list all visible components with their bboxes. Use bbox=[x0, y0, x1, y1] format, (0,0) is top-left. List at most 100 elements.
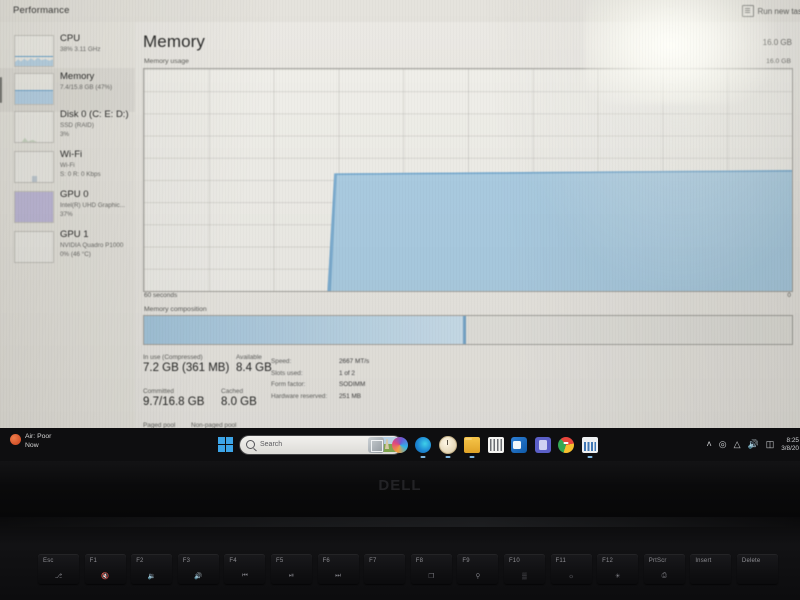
sidebar-item-sub2: 0% (46 °C) bbox=[60, 250, 91, 258]
key-f6[interactable]: F6 ⏭ bbox=[317, 554, 359, 584]
volume-icon[interactable]: 🔊 bbox=[747, 440, 758, 449]
microsoft-store-icon[interactable] bbox=[487, 436, 504, 453]
memory-composition-bar[interactable] bbox=[143, 315, 793, 345]
key-f2[interactable]: F2 🔉 bbox=[131, 554, 173, 584]
composition-segment-in-use bbox=[144, 316, 464, 344]
air-quality-icon bbox=[10, 434, 21, 445]
weather-line-1: Air: Poor bbox=[25, 433, 52, 440]
stat-cached: Cached 8.0 GB bbox=[221, 388, 257, 409]
sidebar-item-sub1: SSD (RAID) bbox=[60, 122, 94, 130]
spec-value: 2667 MT/s bbox=[339, 358, 370, 365]
key-label: F11 bbox=[555, 558, 567, 564]
key-f4[interactable]: F4 ⏮ bbox=[224, 554, 266, 584]
key-symbol: ❐ bbox=[428, 573, 435, 580]
key-symbol: ☀ bbox=[614, 573, 621, 580]
memory-usage-label: Memory usage bbox=[144, 58, 189, 65]
disk-thumbnail-graph bbox=[14, 111, 54, 143]
taskbar-weather-widget[interactable]: Air: Poor Now bbox=[10, 432, 51, 450]
sidebar-item-sub2: 3% bbox=[60, 130, 70, 138]
sidebar-item-sub1: 38% 3.11 GHz bbox=[60, 46, 101, 54]
memory-capacity: 16.0 GB bbox=[762, 38, 792, 47]
spec-key: Speed: bbox=[271, 358, 292, 365]
spec-key: Slots used: bbox=[271, 369, 303, 377]
network-icon[interactable]: ◎ bbox=[719, 440, 727, 449]
key-label: F5 bbox=[275, 558, 284, 564]
function-key-row: Esc ⎇ F1 🔇 F2 🔉 F3 🔊 F4 ⏮ F5 ⏯ F6 ⏭ F7 F8 ❐ F9 ⚲ … bbox=[38, 554, 778, 588]
composition-segment-standby bbox=[465, 316, 792, 344]
spec-key: Form factor: bbox=[271, 381, 306, 389]
sidebar-item-label: Disk 0 (C: E: D:) bbox=[60, 109, 129, 120]
run-new-task-button[interactable]: Run new task bbox=[741, 5, 800, 17]
key-f1[interactable]: F1 🔇 bbox=[84, 554, 126, 584]
memory-thumbnail-graph bbox=[14, 73, 54, 105]
memory-heading: Memory bbox=[143, 32, 205, 51]
key-label: PrtScr bbox=[648, 558, 667, 564]
stat-value: 7.2 GB (361 MB) bbox=[143, 362, 230, 374]
key-symbol: ⏭ bbox=[335, 572, 342, 579]
laptop-bottom-bezel: DELL bbox=[0, 461, 800, 517]
memory-composition-label: Memory composition bbox=[144, 306, 207, 313]
clock-widget-icon[interactable] bbox=[438, 435, 457, 454]
taskbar-clock[interactable]: 8:25 3/8/20 bbox=[781, 437, 799, 453]
memory-usage-chart bbox=[143, 68, 793, 292]
battery-icon[interactable]: ◫ bbox=[766, 440, 775, 449]
clock-time: 8:25 bbox=[786, 436, 799, 444]
stat-in-use: In use (Compressed) 7.2 GB (361 MB) bbox=[143, 354, 229, 375]
task-manager-icon[interactable] bbox=[581, 436, 598, 453]
key-esc[interactable]: Esc ⎇ bbox=[38, 554, 80, 584]
key-f10[interactable]: F10 ▒ bbox=[503, 554, 546, 584]
key-f5[interactable]: F5 ⏯ bbox=[270, 554, 313, 584]
task-view-icon[interactable] bbox=[368, 436, 384, 453]
sidebar-item-sub1: Intel(R) UHD Graphic... bbox=[60, 202, 126, 210]
key-f8[interactable]: F8 ❐ bbox=[410, 554, 452, 584]
key-delete[interactable]: Delete bbox=[736, 554, 778, 584]
start-button[interactable] bbox=[218, 437, 233, 452]
spec-slots-used: Slots used: 1 of 2 bbox=[271, 368, 369, 380]
key-symbol: 🔇 bbox=[101, 573, 110, 580]
key-f7[interactable]: F7 bbox=[364, 554, 406, 584]
sidebar-item-disk-0[interactable]: Disk 0 (C: E: D:) SSD (RAID) 3% bbox=[0, 106, 135, 150]
key-symbol: ⎙ bbox=[661, 572, 667, 579]
teams-icon[interactable] bbox=[534, 436, 551, 453]
wifi-icon[interactable]: △ bbox=[734, 440, 741, 449]
sidebar-item-label: CPU bbox=[60, 33, 81, 44]
page-title: Performance bbox=[13, 5, 70, 16]
outlook-icon[interactable] bbox=[511, 436, 527, 453]
search-icon bbox=[246, 440, 255, 449]
key-f9[interactable]: F9 ⚲ bbox=[457, 554, 499, 584]
sidebar-item-label: Wi-Fi bbox=[60, 149, 83, 160]
stat-committed: Committed 9.7/16.8 GB bbox=[143, 388, 204, 409]
key-f3[interactable]: F3 🔊 bbox=[177, 554, 219, 584]
key-label: Insert bbox=[695, 558, 712, 564]
dell-logo: DELL bbox=[378, 477, 422, 494]
chrome-icon[interactable] bbox=[558, 436, 574, 453]
laptop-screen: Performance Run new task CPU 38% 3.11 GH… bbox=[0, 0, 800, 428]
key-label: F9 bbox=[462, 558, 470, 564]
memory-detail-pane: Memory 16.0 GB Memory usage 16.0 GB 60 s… bbox=[135, 22, 800, 428]
key-prtscr[interactable]: PrtScr ⎙ bbox=[643, 554, 685, 584]
chevron-up-icon[interactable]: ˄ bbox=[706, 440, 711, 449]
sidebar-item-sub1: 7.4/15.8 GB (47%) bbox=[60, 84, 113, 92]
key-symbol: ⏮ bbox=[241, 572, 248, 579]
key-f12[interactable]: F12 ☀ bbox=[597, 554, 639, 584]
weather-line-2: Now bbox=[25, 442, 39, 450]
resource-sidebar: CPU 38% 3.11 GHz Memory 7.4/15.8 GB (47%… bbox=[0, 22, 135, 428]
key-label: F7 bbox=[369, 558, 377, 564]
key-label: F10 bbox=[508, 558, 520, 564]
sidebar-item-wifi[interactable]: Wi-Fi Wi-Fi S: 0 R: 0 Kbps bbox=[0, 146, 135, 190]
wifi-thumbnail-graph bbox=[14, 151, 54, 183]
key-f11[interactable]: F11 ☼ bbox=[550, 554, 592, 584]
search-placeholder: Search bbox=[260, 441, 283, 448]
windows-taskbar: Air: Poor Now Search ˄ ◎ △ 🔊 ◫ 8:25 3/8/… bbox=[0, 428, 800, 461]
copilot-icon[interactable] bbox=[391, 436, 408, 453]
sidebar-item-gpu-1[interactable]: GPU 1 NVIDIA Quadro P1000 0% (46 °C) bbox=[0, 226, 135, 270]
spec-key: Hardware reserved: bbox=[271, 392, 328, 400]
run-new-task-icon bbox=[741, 5, 754, 17]
file-explorer-icon[interactable] bbox=[464, 436, 480, 453]
edge-icon[interactable] bbox=[415, 436, 431, 453]
system-tray: ˄ ◎ △ 🔊 ◫ 8:25 3/8/20 bbox=[706, 428, 800, 461]
key-insert[interactable]: Insert bbox=[690, 554, 732, 584]
sidebar-item-gpu-0[interactable]: GPU 0 Intel(R) UHD Graphic... 37% bbox=[0, 186, 135, 230]
key-label: F12 bbox=[602, 558, 614, 564]
chart-xaxis-left-label: 60 seconds bbox=[144, 292, 178, 299]
